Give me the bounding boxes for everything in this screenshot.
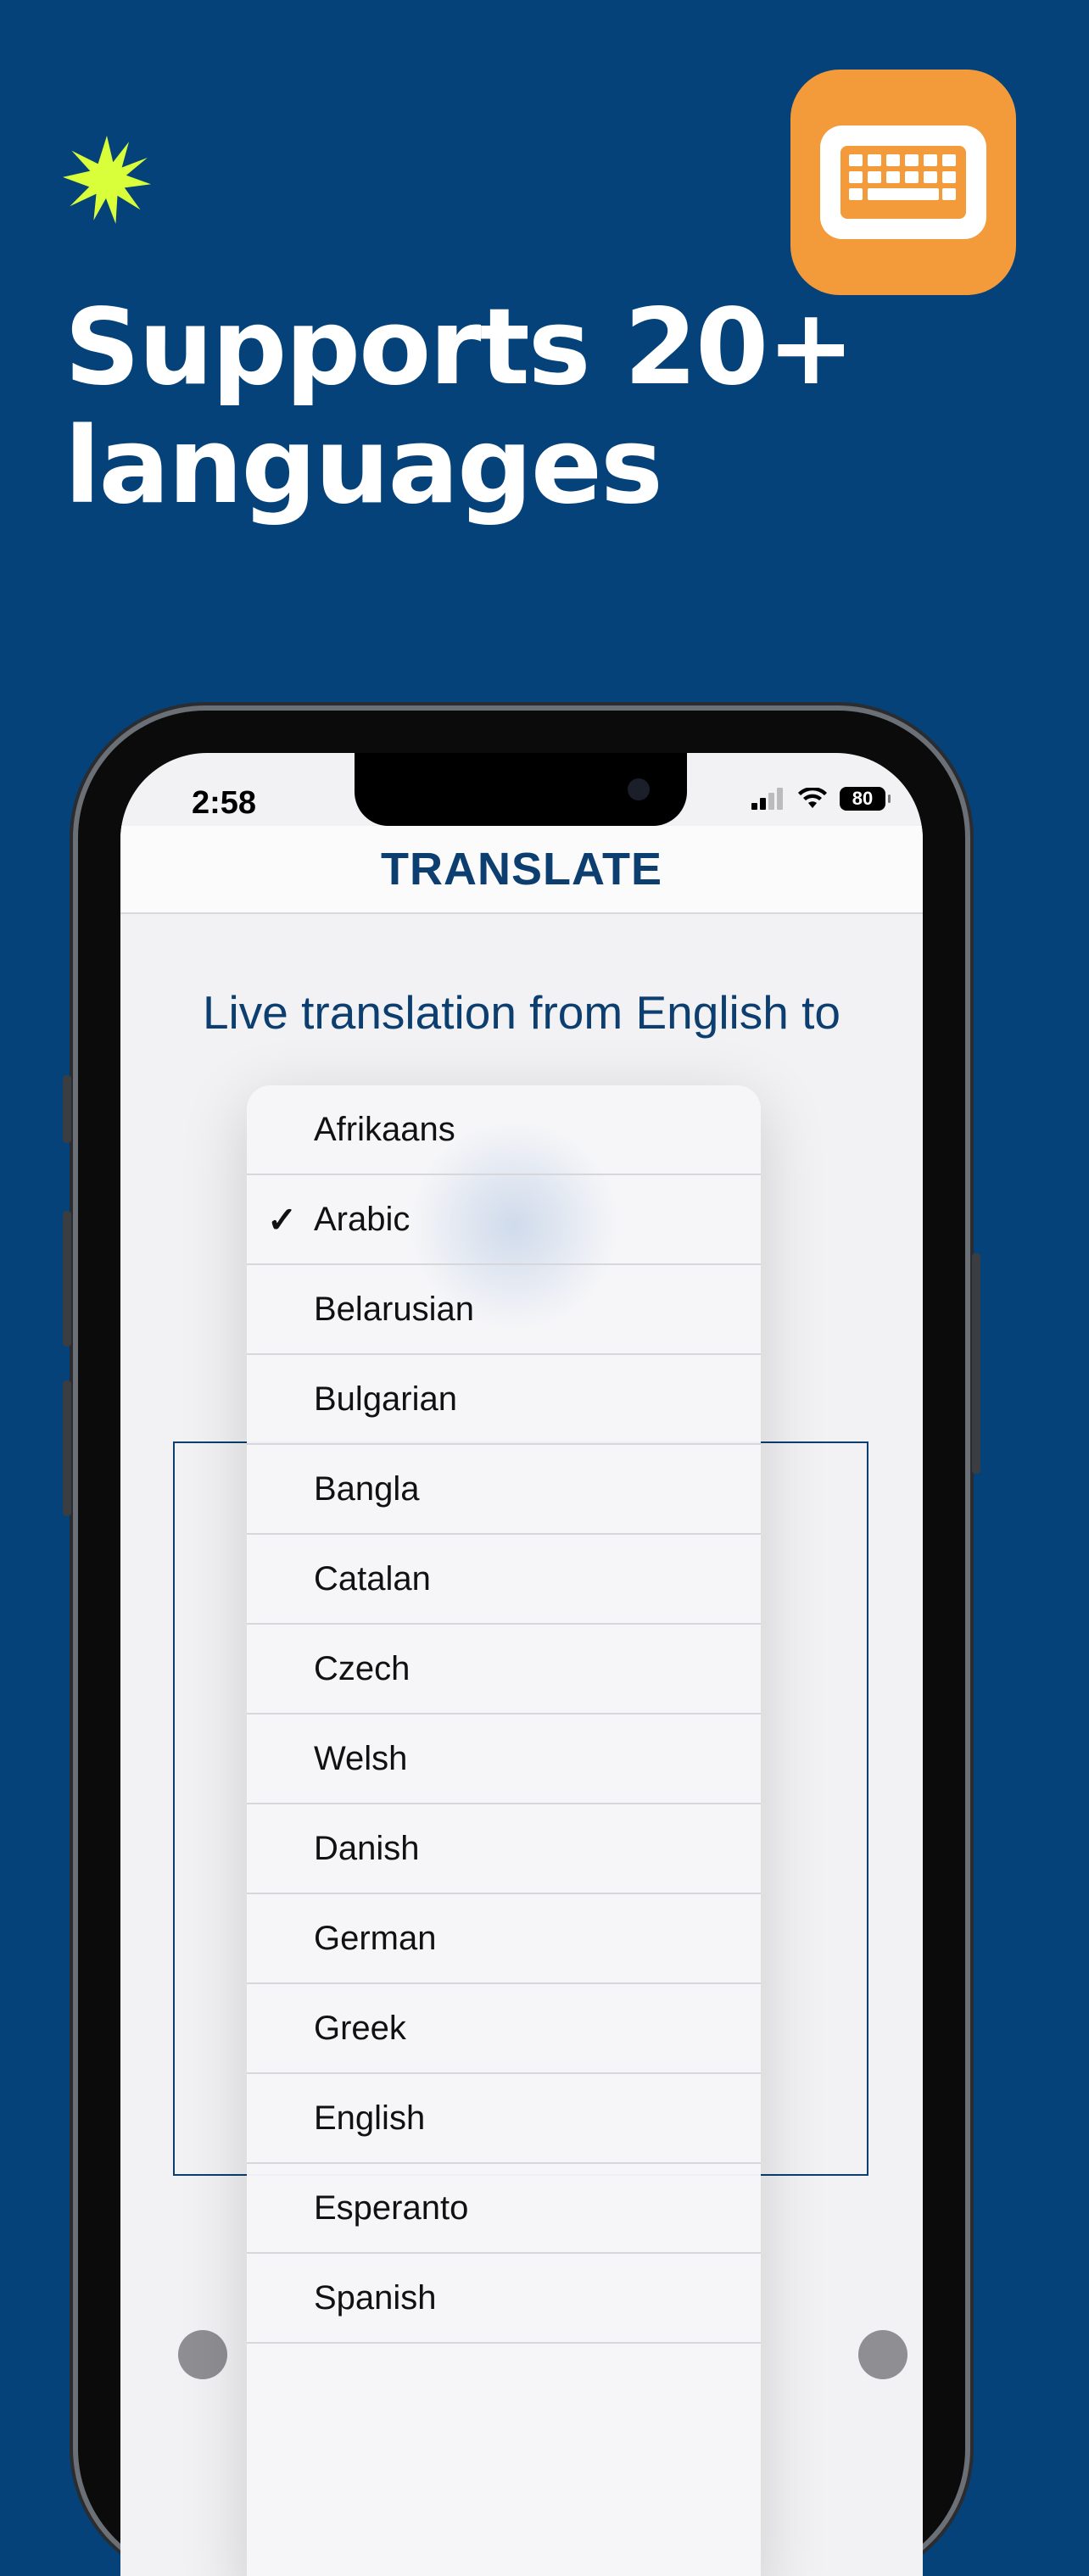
language-option[interactable]: ✓ Arabic xyxy=(247,1175,761,1265)
checkmark-icon: ✓ xyxy=(267,1199,298,1240)
language-option-label: English xyxy=(314,2099,426,2137)
language-option[interactable]: Bangla xyxy=(247,1445,761,1535)
language-option-label: Spanish xyxy=(314,2278,437,2317)
headline-line-2: languages xyxy=(64,405,663,527)
language-option[interactable]: Greek xyxy=(247,1984,761,2074)
language-option[interactable]: English xyxy=(247,2074,761,2164)
language-dropdown-menu: Afrikaans ✓ Arabic Belarusian Bulgarian Bangl… xyxy=(247,1085,761,2576)
language-option-label: Catalan xyxy=(314,1559,431,1597)
language-option-label: Danish xyxy=(314,1829,420,1867)
wifi-icon xyxy=(798,788,827,808)
side-button-power xyxy=(972,1253,980,1474)
language-option[interactable]: Bulgarian xyxy=(247,1355,761,1445)
starburst-icon xyxy=(63,136,151,224)
language-option-label: Greek xyxy=(314,2009,406,2047)
language-option[interactable]: Spanish xyxy=(247,2254,761,2344)
language-option[interactable]: German xyxy=(247,1894,761,1984)
microphone-icon[interactable] xyxy=(178,2330,227,2379)
status-icons: 80 xyxy=(751,787,891,811)
language-option[interactable]: Czech xyxy=(247,1625,761,1715)
status-time: 2:58 xyxy=(192,785,257,821)
language-option-label: Welsh xyxy=(314,1739,408,1777)
language-option-label: Esperanto xyxy=(314,2188,469,2227)
side-button-volume-down xyxy=(63,1380,71,1516)
language-option-label: Belarusian xyxy=(314,1290,475,1328)
info-icon[interactable] xyxy=(858,2330,908,2379)
language-option[interactable]: Welsh xyxy=(247,1715,761,1804)
nav-title: TRANSLATE xyxy=(381,844,662,895)
language-option-label: Afrikaans xyxy=(314,1110,455,1148)
front-camera xyxy=(628,778,650,800)
headline: Supports 20+ languages xyxy=(64,287,855,527)
language-option-label: Czech xyxy=(314,1649,410,1687)
battery-indicator: 80 xyxy=(840,787,891,811)
language-option[interactable]: Belarusian xyxy=(247,1265,761,1355)
language-option-label: Bulgarian xyxy=(314,1380,458,1418)
phone-frame: 2:58 80 TRANSLATE Live translation from … xyxy=(63,711,980,2576)
phone-screen: 2:58 80 TRANSLATE Live translation from … xyxy=(120,753,923,2576)
cellular-signal-icon xyxy=(751,788,783,810)
language-option[interactable]: Esperanto xyxy=(247,2164,761,2254)
translation-subtitle: Live translation from English to xyxy=(202,986,841,1039)
keyboard-icon xyxy=(820,125,986,239)
language-option[interactable]: Afrikaans xyxy=(247,1085,761,1175)
language-option[interactable]: Catalan xyxy=(247,1535,761,1625)
side-button-mute xyxy=(63,1075,71,1143)
headline-line-1: Supports 20+ xyxy=(64,287,855,409)
language-option-label: German xyxy=(314,1919,437,1957)
language-option[interactable]: Danish xyxy=(247,1804,761,1894)
language-option-label: Arabic xyxy=(314,1200,410,1238)
side-button-volume-up xyxy=(63,1211,71,1347)
nav-bar: TRANSLATE xyxy=(120,826,923,914)
notch xyxy=(355,753,687,826)
language-option-label: Bangla xyxy=(314,1469,420,1508)
app-icon xyxy=(790,70,1016,295)
